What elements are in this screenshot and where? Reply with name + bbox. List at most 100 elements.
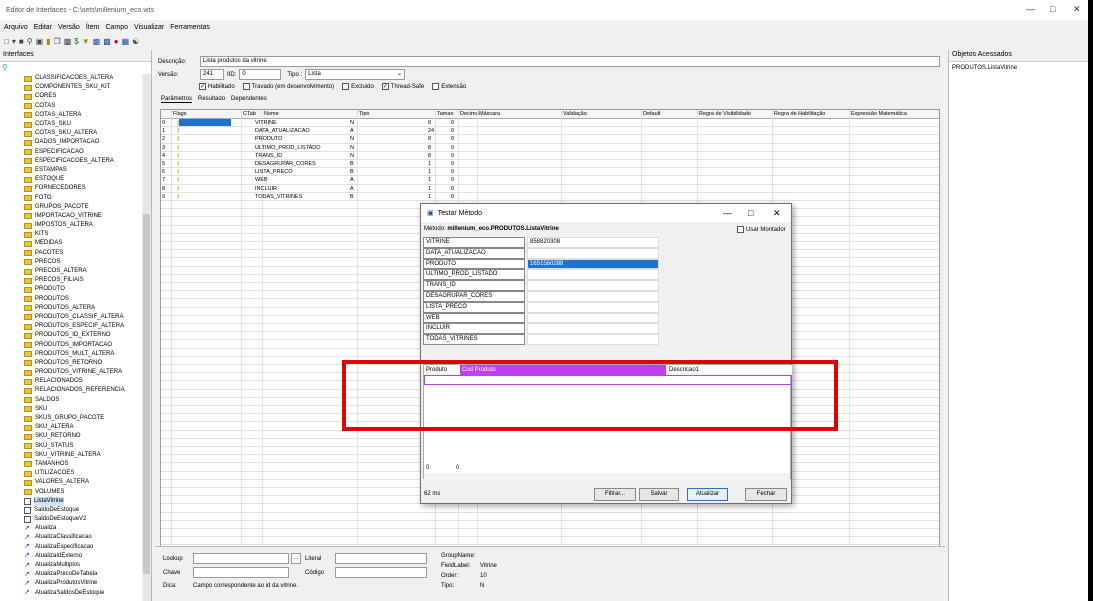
excluido-checkbox[interactable] — [342, 83, 350, 90]
filtrar-button[interactable]: Filtrar... — [594, 488, 636, 501]
tree-scrollbar[interactable] — [142, 74, 151, 601]
tree-item[interactable]: ↗ Atualiza — [0, 524, 143, 533]
grid-col-header[interactable]: Default — [643, 111, 660, 117]
tree-item[interactable]: SKUS_GRUPO_PACOTE — [0, 414, 143, 423]
param-value-field[interactable]: 858820308 — [527, 237, 659, 248]
table-row[interactable]: 2 PRODUTO N 8 0 ⚷ — [161, 135, 939, 144]
result-hscrollbar[interactable] — [424, 473, 790, 479]
tree-item[interactable]: PRODUTOS_ALTERA — [0, 304, 143, 313]
tree-item[interactable]: RELACIONADOS_REFERENCIA — [0, 386, 143, 395]
tree-item[interactable]: ESPECIFICACOES_ALTERA — [0, 157, 143, 166]
menu-visualizar[interactable]: Visualizar — [134, 24, 164, 31]
grid-col-header[interactable]: Decima — [460, 111, 479, 117]
param-value-field[interactable] — [527, 291, 659, 302]
descricao-field[interactable]: Lista produtos da vitrine — [200, 56, 940, 67]
codigo-select[interactable] — [335, 567, 427, 578]
dialog-maximize-icon[interactable]: □ — [748, 208, 753, 218]
table-row[interactable] — [161, 529, 939, 538]
tree-item[interactable]: ↗ AtualizaClassificacao — [0, 533, 143, 542]
window-icon[interactable]: ▣ — [36, 36, 44, 48]
atualizar-button[interactable]: Atualizar — [687, 488, 728, 501]
tree-item[interactable]: PRECOS_ALTERA — [0, 267, 143, 276]
grid-col-header[interactable]: Flags — [173, 111, 186, 117]
tree-item[interactable]: COTAS_SKU_ALTERA — [0, 129, 143, 138]
tree-item[interactable]: COTAS — [0, 102, 143, 111]
tree-item[interactable]: ESPECIFICACAO — [0, 148, 143, 157]
dialog-minimize-icon[interactable]: — — [723, 208, 732, 218]
lookup-browse-button[interactable]: ... — [291, 553, 301, 564]
table-row[interactable]: 4 TRANS_ID N 8 0 ⚷ — [161, 152, 939, 160]
tree-item[interactable]: ListaVitrine — [0, 496, 143, 506]
tree-item[interactable]: PRODUTOS_RETORNO — [0, 359, 143, 368]
tree-item[interactable]: CLASSIFICACOES_ALTERA — [0, 74, 143, 83]
tree-item[interactable]: IMPOSTOS_ALTERA — [0, 221, 143, 230]
param-value-field[interactable] — [527, 334, 659, 345]
table-row[interactable]: 3 ULTIMO_PROD_LISTADO N 8 0 ⚷ — [161, 144, 939, 152]
table-row[interactable]: 0VITRINEN80⚷ — [161, 119, 939, 128]
tree-item[interactable]: PRODUTO — [0, 285, 143, 294]
tab-resultado[interactable]: Resultado — [198, 96, 225, 103]
table-row[interactable]: 8 INCLUIR A 1 0 ⚷ — [161, 185, 939, 193]
save-icon[interactable]: ■ — [19, 36, 24, 48]
tree-item[interactable]: TAMANHOS — [0, 460, 143, 469]
tree-item[interactable]: PRECOS — [0, 258, 143, 267]
table-row[interactable] — [161, 513, 939, 521]
tree-item[interactable]: ↗ AtualizaProdutosVitrine — [0, 579, 143, 588]
param-value-field[interactable]: 1651560288 — [527, 258, 659, 270]
table-row[interactable]: 9 TODAS_VITRINES B 1 0 ⚷ — [161, 193, 939, 201]
tree-item[interactable]: PRODUTOS_VITRINE_ALTERA — [0, 368, 143, 377]
minimize-icon[interactable]: — — [1026, 4, 1035, 14]
tree-scroll-thumb[interactable] — [143, 214, 150, 574]
tree-item[interactable]: SKU — [0, 405, 143, 414]
grid-col-header[interactable]: Nome — [264, 111, 279, 117]
tree-item[interactable]: SKU_RETORNO — [0, 432, 143, 441]
table-row[interactable]: 5 DESAGRUPAR_CORES B 1 0 ⚷ — [161, 160, 939, 169]
tree-item[interactable]: PACOTES — [0, 249, 143, 258]
tree-item[interactable]: PRODUTOS_IMPORTACAO — [0, 340, 143, 349]
tree-item[interactable]: PRODUTOS — [0, 295, 143, 304]
tree-item[interactable]: PRODUTOS_ID_EXTERNO — [0, 331, 143, 340]
tree-item[interactable]: VALORES_ALTERA — [0, 478, 143, 487]
menu-versao[interactable]: Versão — [58, 24, 80, 31]
tree-item[interactable]: COTAS_SKU — [0, 120, 143, 129]
lookup-select[interactable] — [193, 553, 289, 564]
tree-item[interactable]: GRUPOS_PACOTE — [0, 203, 143, 212]
dollar-icon[interactable]: $ — [74, 36, 78, 48]
tree-item[interactable]: ↗ AtualizaMultiplos — [0, 561, 143, 570]
grid-col-header[interactable]: Expressão Matemática — [851, 111, 907, 117]
tree-item[interactable]: ESTAMPAS — [0, 166, 143, 175]
tree-item[interactable]: SKU_STATUS — [0, 442, 143, 451]
tree-item[interactable]: FORNECEDORES — [0, 184, 143, 193]
menu-item[interactable]: Ítem — [86, 24, 100, 31]
new-icon[interactable]: □ — [4, 36, 9, 48]
param-value-field[interactable] — [527, 247, 659, 259]
paste-icon[interactable]: ▩ — [64, 36, 72, 48]
grid-col-header[interactable]: Regra de Habilitação — [774, 111, 825, 117]
threadsafe-checkbox[interactable]: ✓ — [381, 83, 389, 90]
tree-item[interactable]: PRODUTOS_MULT_ALTERA — [0, 350, 143, 359]
grid-col-header[interactable]: Tipo — [359, 111, 370, 117]
param-value-field[interactable] — [527, 312, 659, 324]
table-row[interactable] — [161, 537, 939, 546]
tree-item[interactable]: FOTO — [0, 193, 143, 202]
iid-field[interactable]: 0 — [239, 69, 282, 80]
table-row[interactable] — [161, 504, 939, 513]
param-value-field[interactable] — [527, 301, 659, 313]
menu-campo[interactable]: Campo — [105, 24, 128, 31]
tree-item[interactable]: ↗ AtualizaEspecificacao — [0, 543, 143, 552]
menu-ferramentas[interactable]: Ferramentas — [170, 24, 210, 31]
find-icon[interactable]: ⚲ — [27, 36, 33, 48]
table-row[interactable]: 6 LISTA_PRECO B 1 0 ⚷ — [161, 168, 939, 177]
tab-dependentes[interactable]: Dependentes — [231, 96, 267, 103]
tree-item[interactable]: UTILIZACOES — [0, 469, 143, 478]
param-value-field[interactable] — [527, 323, 659, 335]
search-icon[interactable]: ⚲ — [2, 63, 8, 72]
grid-col-header[interactable]: CTab — [243, 111, 256, 117]
tree-item[interactable]: DADOS_IMPORTACAO — [0, 138, 143, 147]
binoculars-icon[interactable]: ☯ — [132, 36, 139, 48]
param-value-field[interactable] — [527, 269, 659, 281]
tree-item[interactable]: IMPORTACAO_VITRINE — [0, 212, 143, 221]
tree-item[interactable]: SKU_VITRINE_ALTERA — [0, 451, 143, 460]
tree-item[interactable]: SKU_ALTERA — [0, 423, 143, 432]
tree-item[interactable]: SALDOS — [0, 396, 143, 405]
